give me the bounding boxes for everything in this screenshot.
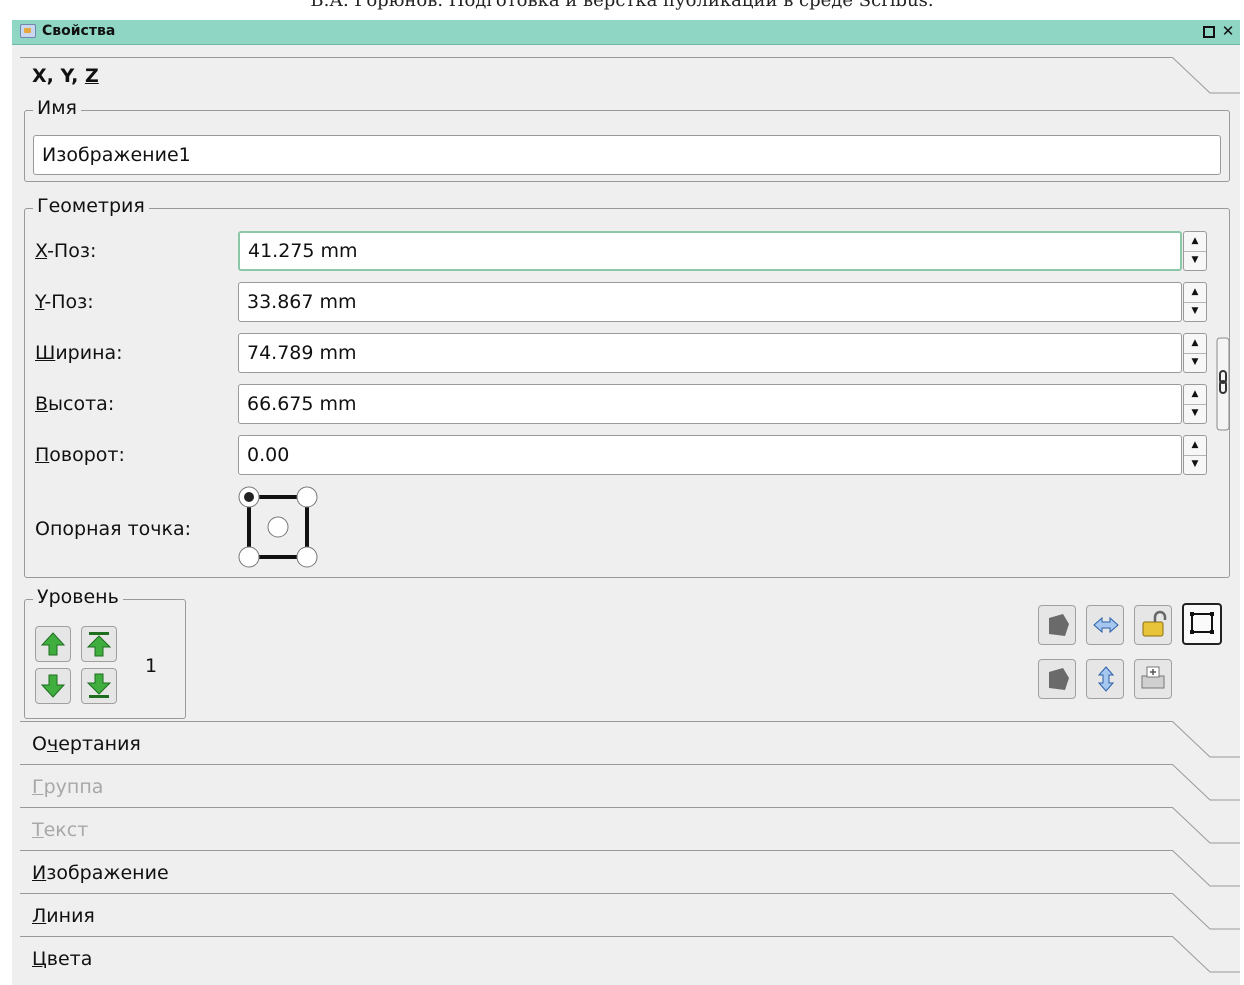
flip-vertical-button[interactable] (1086, 659, 1124, 699)
page-caption: В.А. Горюнов. Подготовка и верстка публи… (310, 0, 934, 11)
spin-down-icon[interactable]: ▼ (1184, 302, 1206, 321)
x-pos-label: X-Поз: (35, 240, 97, 262)
chain-link-icon[interactable] (1215, 337, 1231, 431)
shape-icon (1049, 614, 1069, 636)
tab-corner-icon (1162, 764, 1240, 801)
float-icon[interactable] (1200, 23, 1216, 39)
divider (20, 57, 1172, 58)
section-xyz[interactable]: X, Y, Z (12, 57, 1240, 99)
spin-up-icon[interactable]: ▲ (1184, 283, 1206, 303)
flip-shape-button[interactable] (1038, 605, 1076, 645)
lock-button[interactable] (1134, 605, 1172, 645)
section-image[interactable]: Изображение (12, 850, 1240, 892)
window-titlebar[interactable]: Свойства ✕ (12, 20, 1240, 45)
tab-corner-icon (1162, 57, 1240, 94)
tab-corner-icon (1162, 893, 1240, 930)
anchor-label: Опорная точка: (35, 518, 192, 540)
divider (20, 721, 1172, 722)
level-value: 1 (145, 655, 158, 677)
geometry-group-label: Геометрия (33, 195, 149, 217)
shape-icon (1049, 668, 1069, 690)
rotation-input[interactable]: 0.00 (238, 435, 1182, 475)
spin-down-icon[interactable]: ▼ (1184, 251, 1206, 270)
raise-to-top-button[interactable] (81, 626, 117, 662)
section-group: Группа (12, 764, 1240, 806)
tab-corner-icon (1162, 807, 1240, 844)
y-pos-input[interactable]: 33.867 mm (238, 282, 1182, 322)
y-pos-label: Y-Поз: (35, 291, 94, 313)
arrow-top-icon (86, 632, 112, 657)
height-input[interactable]: 66.675 mm (238, 384, 1182, 424)
x-pos-stepper[interactable]: ▲ ▼ (1183, 231, 1207, 271)
window-title: Свойства (42, 23, 116, 39)
app-icon (20, 24, 36, 38)
section-shape-label: Очертания (32, 733, 141, 755)
printer-icon (1141, 666, 1165, 689)
size-lock-button[interactable] (1182, 603, 1222, 645)
section-colors-label: Цвета (32, 948, 93, 970)
lower-to-bottom-button[interactable] (81, 668, 117, 704)
spin-down-icon[interactable]: ▼ (1184, 455, 1206, 474)
section-text: Текст (12, 807, 1240, 849)
section-line-label: Линия (32, 905, 95, 927)
name-input[interactable]: Изображение1 (33, 135, 1221, 175)
spin-up-icon[interactable]: ▲ (1184, 334, 1206, 354)
name-group: Имя Изображение1 (24, 97, 1230, 182)
arrow-down-icon (40, 674, 66, 698)
rotation-stepper[interactable]: ▲ ▼ (1183, 435, 1207, 475)
width-label: Ширина: (35, 342, 123, 364)
name-group-label: Имя (33, 97, 81, 119)
level-group: Уровень 1 (24, 586, 186, 719)
bounding-box-icon (1190, 612, 1214, 634)
divider (20, 936, 1172, 937)
tab-corner-icon (1162, 850, 1240, 887)
spin-down-icon[interactable]: ▼ (1184, 353, 1206, 372)
print-toggle-button[interactable] (1134, 659, 1172, 699)
flip-vertical-icon (1097, 666, 1115, 692)
flip-horizontal-button[interactable] (1086, 605, 1124, 645)
height-label: Высота: (35, 393, 115, 415)
spin-up-icon[interactable]: ▲ (1184, 436, 1206, 456)
section-text-label: Текст (32, 819, 89, 841)
spin-up-icon[interactable]: ▲ (1184, 232, 1206, 252)
rotation-label: Поворот: (35, 444, 125, 466)
tab-corner-icon (1162, 721, 1240, 758)
raise-button[interactable] (35, 626, 71, 662)
tab-corner-icon (1162, 936, 1240, 973)
section-line[interactable]: Линия (12, 893, 1240, 935)
section-colors[interactable]: Цвета (12, 936, 1240, 978)
divider (20, 764, 1172, 765)
properties-panel: X, Y, Z Имя Изображение1 Геометрия X-Поз… (12, 45, 1240, 985)
x-pos-input[interactable]: 41.275 mm (238, 231, 1182, 271)
width-input[interactable]: 74.789 mm (238, 333, 1182, 373)
close-icon[interactable]: ✕ (1220, 23, 1236, 39)
unlocked-icon (1142, 610, 1167, 637)
edit-shape-button[interactable] (1038, 659, 1076, 699)
anchor-point-selector[interactable] (235, 485, 327, 571)
level-group-label: Уровень (33, 586, 123, 608)
spin-up-icon[interactable]: ▲ (1184, 385, 1206, 405)
geometry-group: Геометрия X-Поз: 41.275 mm ▲ ▼ Y-Поз: 33.… (24, 195, 1231, 578)
width-stepper[interactable]: ▲ ▼ (1183, 333, 1207, 373)
section-shape[interactable]: Очертания (12, 721, 1240, 763)
divider (20, 850, 1172, 851)
divider (20, 893, 1172, 894)
spin-down-icon[interactable]: ▼ (1184, 404, 1206, 423)
section-image-label: Изображение (32, 862, 169, 884)
arrow-bottom-icon (86, 673, 112, 698)
lower-button[interactable] (35, 668, 71, 704)
height-stepper[interactable]: ▲ ▼ (1183, 384, 1207, 424)
flip-horizontal-icon (1093, 616, 1119, 634)
section-group-label: Группа (32, 776, 104, 798)
arrow-up-icon (40, 632, 66, 656)
divider (20, 807, 1172, 808)
section-xyz-label: X, Y, Z (32, 65, 99, 87)
y-pos-stepper[interactable]: ▲ ▼ (1183, 282, 1207, 322)
